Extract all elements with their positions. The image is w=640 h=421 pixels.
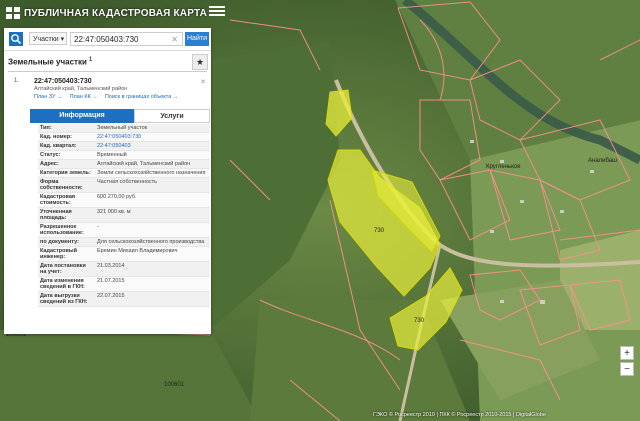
top-bar: ПУБЛИЧНАЯ КАДАСТРОВАЯ КАРТА (0, 0, 640, 26)
info-row: Кад. квартал: 22:47:050403 (38, 142, 210, 151)
info-key: Дата изменения сведений в ГКН: (40, 278, 85, 290)
parcel-label-south: 730 (414, 318, 425, 324)
info-key: Тип: (40, 125, 52, 131)
info-value: Временный (97, 152, 127, 158)
info-value: Частная собственность (97, 179, 158, 185)
info-key: Уточненная площадь: (40, 209, 72, 221)
info-row: Уточненная площадь: 321 000 кв. м (38, 208, 210, 223)
info-value: Для сельскохозяйственного производства (97, 239, 205, 245)
info-key: Кадастровая стоимость: (40, 194, 76, 206)
logo-icon (6, 7, 20, 19)
info-row: Дата постановки на учет: 21.03.2014 (38, 262, 210, 277)
info-row: Категория земель: Земли сельскохозяйствен… (38, 169, 210, 178)
info-value: - (97, 224, 99, 230)
info-value: Еремин Михаил Владимирович (97, 248, 178, 254)
info-row: Разрешенное использование: - (38, 223, 210, 238)
search-row: Участки ▾ 22:47:050403:730 ✕ Найти (4, 28, 211, 51)
section-count: 1 (88, 57, 93, 63)
star-icon[interactable]: ★ (192, 54, 208, 70)
info-row: Кадастровая стоимость: 600 270,00 руб. (38, 193, 210, 208)
info-value: 22.07.2015 (97, 293, 125, 299)
info-key: Адрес: (40, 161, 59, 167)
info-key: Форма собственности: (40, 179, 83, 191)
info-row: Статус: Временный (38, 151, 210, 160)
info-row: Адрес: Алтайский край, Тальменский район (38, 160, 210, 169)
search-type-label: Участки (33, 36, 59, 43)
brand: ПУБЛИЧНАЯ КАДАСТРОВАЯ КАРТА (6, 7, 207, 19)
info-value: 600 270,00 руб. (97, 194, 137, 200)
info-value: 21.03.2014 (97, 263, 125, 269)
info-key: Дата выгрузки сведений из ГКН: (40, 293, 88, 305)
clear-icon[interactable]: ✕ (171, 33, 178, 47)
menu-icon[interactable] (209, 4, 225, 18)
info-value: 21.07.2015 (97, 278, 125, 284)
attribution: ГЭКО © Росреестр 2010 | ПКК © Росреестр … (373, 412, 546, 418)
tab-services[interactable]: Услуги (134, 109, 210, 123)
info-key: по документу: (40, 239, 79, 245)
info-row: Форма собственности: Частная собственност… (38, 178, 210, 193)
edge-label-bottom: 100601 (164, 382, 185, 388)
info-row: Дата выгрузки сведений из ГКН: 22.07.2015 (38, 292, 210, 307)
info-row: Кад. номер: 22:47:050403:730 (38, 133, 210, 142)
result-index: 1. (14, 78, 20, 84)
info-row: Кадастровый инженер: Еремин Михаил Владим… (38, 247, 210, 262)
info-key: Разрешенное использование: (40, 224, 84, 236)
app-title: ПУБЛИЧНАЯ КАДАСТРОВАЯ КАРТА (24, 7, 208, 19)
section-header: Земельные участки 1 ★ (4, 52, 211, 70)
section-title: Земельные участки (8, 57, 87, 67)
info-panel: Участки ▾ 22:47:050403:730 ✕ Найти Земел… (4, 28, 211, 334)
info-value: Земельный участок (97, 125, 148, 131)
search-value: 22:47:050403:730 (74, 35, 139, 44)
info-value: Алтайский край, Тальменский район (97, 161, 191, 167)
info-row: по документу: Для сельскохозяйственного п… (38, 238, 210, 247)
tab-info[interactable]: Информация (30, 109, 134, 123)
plan-kk-link[interactable]: План КК → (70, 94, 98, 100)
tabs: Информация Услуги (30, 109, 210, 123)
result-address: Алтайский край, Тальменский район (34, 86, 128, 92)
info-key: Категория земель: (40, 170, 91, 176)
info-row: Дата изменения сведений в ГКН: 21.07.2015 (38, 277, 210, 292)
search-input[interactable]: 22:47:050403:730 ✕ (70, 32, 183, 46)
result-cad-number[interactable]: 22:47:050403:730 (34, 78, 212, 85)
district-label-2: Аналибаш (588, 158, 617, 164)
info-key: Статус: (40, 152, 61, 158)
collapse-icon[interactable]: ✕ (200, 78, 206, 86)
result-links: План ЗУ → План КК → Поиск в границах объек… (34, 94, 212, 100)
info-value[interactable]: 22:47:050403:730 (95, 133, 210, 141)
search-bounds-link[interactable]: Поиск в границах объекта → (105, 94, 178, 100)
district-label-1: Кругленькое (486, 164, 521, 170)
info-table: Тип: Земельный участок Кад. номер: 22:47:05… (38, 124, 210, 307)
search-type-select[interactable]: Участки ▾ (29, 32, 67, 45)
info-row: Тип: Земельный участок (38, 124, 210, 133)
info-key: Дата постановки на учет: (40, 263, 86, 275)
info-value: Земли сельскохозяйственного назначения (97, 170, 206, 176)
result-item[interactable]: 1. 22:47:050403:730 Алтайский край, Таль… (14, 78, 212, 100)
info-value[interactable]: 22:47:050403 (95, 142, 210, 150)
zoom-in-button[interactable]: + (620, 346, 634, 360)
divider (8, 71, 207, 72)
plan-zu-link[interactable]: План ЗУ → (34, 94, 63, 100)
info-key: Кад. квартал: (40, 143, 77, 149)
find-button[interactable]: Найти (185, 32, 209, 46)
zoom-out-button[interactable]: − (620, 362, 634, 376)
zoom-controls: + − (620, 346, 634, 378)
info-key: Кадастровый инженер: (40, 248, 77, 260)
parcel-label-main: 730 (374, 228, 385, 234)
search-icon[interactable] (9, 32, 23, 46)
info-value: 321 000 кв. м (97, 209, 131, 215)
info-key: Кад. номер: (40, 134, 72, 140)
